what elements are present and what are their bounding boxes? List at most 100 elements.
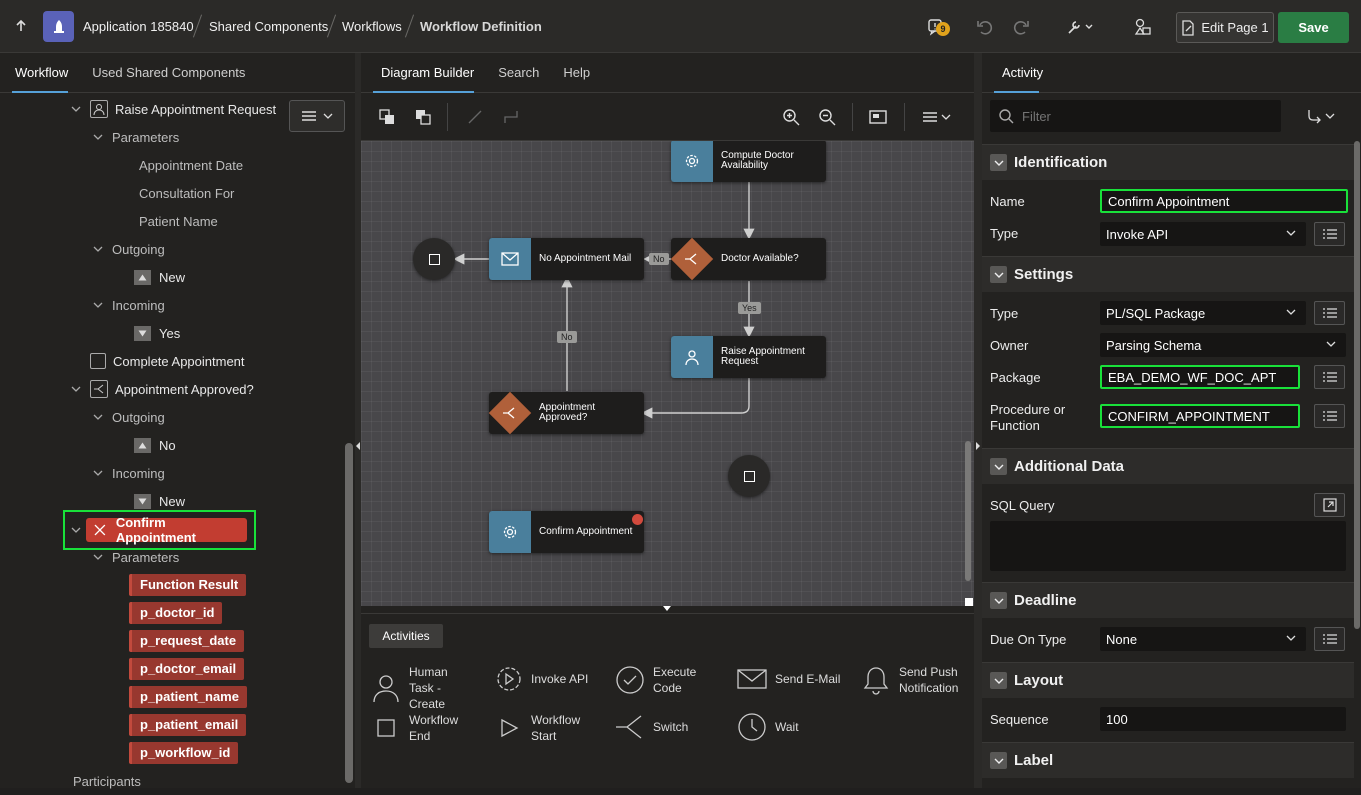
param-p-doctor-email[interactable]: p_doctor_email bbox=[129, 658, 245, 680]
palette-workflow-start[interactable]: Workflow Start bbox=[495, 712, 587, 744]
list-of-values-button[interactable] bbox=[1314, 301, 1345, 325]
param-p-doctor-id[interactable]: p_doctor_id bbox=[129, 602, 223, 624]
chevron-down-icon[interactable] bbox=[92, 299, 104, 311]
palette-send-email[interactable]: Send E-Mail bbox=[737, 664, 840, 694]
filter-field[interactable] bbox=[990, 100, 1281, 132]
palette-splitter-icon[interactable] bbox=[663, 606, 671, 612]
zoom-in-icon[interactable] bbox=[780, 106, 802, 128]
tab-activity[interactable]: Activity bbox=[982, 53, 1051, 93]
tree-node-patient-name[interactable]: Patient Name bbox=[139, 207, 218, 235]
param-p-request-date[interactable]: p_request_date bbox=[129, 630, 245, 652]
owner-select[interactable]: Parsing Schema bbox=[1100, 333, 1346, 357]
param-function-result[interactable]: Function Result bbox=[129, 574, 247, 596]
redo-icon[interactable] bbox=[1011, 17, 1031, 37]
left-scrollbar[interactable] bbox=[345, 443, 353, 783]
list-of-values-button[interactable] bbox=[1314, 222, 1345, 246]
node-compute-doctor-availability[interactable]: Compute Doctor Availability bbox=[671, 141, 826, 182]
tree-menu-button[interactable] bbox=[289, 100, 345, 132]
tree-node-participants[interactable]: Participants bbox=[73, 767, 141, 795]
type-select[interactable]: Invoke API bbox=[1100, 222, 1306, 246]
palette-send-push-notification[interactable]: Send Push Notification bbox=[861, 664, 961, 696]
palette-execute-code[interactable]: Execute Code bbox=[615, 664, 703, 696]
breadcrumb-app[interactable]: Application 185840 bbox=[83, 19, 194, 34]
section-layout[interactable]: Layout bbox=[982, 662, 1354, 698]
palette-switch[interactable]: Switch bbox=[615, 712, 688, 742]
edit-page-button[interactable]: Edit Page 1 bbox=[1176, 12, 1274, 43]
right-scrollbar[interactable] bbox=[1354, 141, 1360, 629]
tree-node-consultation-for[interactable]: Consultation For bbox=[139, 179, 234, 207]
tree-node-appointment-date[interactable]: Appointment Date bbox=[139, 151, 243, 179]
param-p-patient-email[interactable]: p_patient_email bbox=[129, 714, 247, 736]
section-settings[interactable]: Settings bbox=[982, 256, 1354, 292]
node-end-1[interactable] bbox=[413, 238, 455, 280]
diagram-menu-button[interactable] bbox=[919, 106, 955, 128]
name-field[interactable]: Confirm Appointment bbox=[1100, 189, 1348, 213]
tree-node-outgoing-new[interactable]: New bbox=[134, 263, 185, 291]
sequence-field[interactable]: 100 bbox=[1100, 707, 1346, 731]
list-of-values-button[interactable] bbox=[1314, 365, 1345, 389]
tree-node-incoming[interactable]: Incoming bbox=[92, 459, 165, 487]
tree-node-incoming-yes[interactable]: Yes bbox=[134, 319, 180, 347]
filter-input[interactable] bbox=[1022, 108, 1262, 124]
tab-diagram-builder[interactable]: Diagram Builder bbox=[361, 53, 486, 93]
fit-to-screen-icon[interactable] bbox=[867, 106, 889, 128]
save-button[interactable]: Save bbox=[1278, 12, 1349, 43]
node-appointment-approved[interactable]: Appointment Approved? bbox=[488, 391, 644, 435]
send-back-icon[interactable] bbox=[413, 107, 433, 127]
param-p-patient-name[interactable]: p_patient_name bbox=[129, 686, 247, 708]
package-field[interactable]: EBA_DEMO_WF_DOC_APT bbox=[1100, 365, 1300, 389]
chevron-down-icon[interactable] bbox=[92, 467, 104, 479]
breadcrumb-workflows[interactable]: Workflows bbox=[342, 19, 402, 34]
palette-workflow-end[interactable]: Workflow End bbox=[371, 712, 465, 744]
canvas-vertical-scrollbar[interactable] bbox=[965, 441, 971, 581]
section-deadline[interactable]: Deadline bbox=[982, 582, 1354, 618]
tree-node-incoming[interactable]: Incoming bbox=[92, 291, 165, 319]
palette-human-task-create[interactable]: Human Task - Create bbox=[371, 664, 475, 712]
palette-wait[interactable]: Wait bbox=[737, 712, 799, 742]
tree-node-appointment-approved[interactable]: Appointment Approved? bbox=[70, 375, 254, 403]
chevron-down-icon[interactable] bbox=[70, 103, 82, 115]
palette-invoke-api[interactable]: Invoke API bbox=[495, 664, 588, 694]
chevron-down-icon[interactable] bbox=[92, 243, 104, 255]
straight-link-icon[interactable] bbox=[465, 107, 485, 127]
section-identification[interactable]: Identification bbox=[982, 144, 1354, 180]
tree-node-confirm-appointment[interactable]: Confirm Appointment bbox=[86, 515, 247, 545]
tree-node-outgoing-no[interactable]: No bbox=[134, 431, 176, 459]
tree-node-raise-appointment-request[interactable]: Raise Appointment Request bbox=[70, 95, 276, 123]
tree-node-parameters[interactable]: Parameters bbox=[92, 543, 179, 571]
chevron-down-icon[interactable] bbox=[92, 551, 104, 563]
tree-node-parameters[interactable]: Parameters bbox=[92, 123, 179, 151]
orthogonal-link-icon[interactable] bbox=[501, 107, 521, 127]
zoom-out-icon[interactable] bbox=[816, 106, 838, 128]
chevron-down-icon[interactable] bbox=[92, 131, 104, 143]
chevron-down-icon[interactable] bbox=[70, 524, 82, 536]
tab-activities[interactable]: Activities bbox=[369, 624, 443, 648]
go-to-group-button[interactable] bbox=[1304, 105, 1340, 127]
node-raise-appointment-request[interactable]: Raise Appointment Request bbox=[671, 336, 826, 378]
sql-query-textarea[interactable] bbox=[990, 521, 1346, 571]
breadcrumb-shared-components[interactable]: Shared Components bbox=[209, 19, 328, 34]
expand-code-editor-button[interactable] bbox=[1314, 493, 1345, 517]
list-of-values-button[interactable] bbox=[1314, 627, 1345, 651]
node-confirm-appointment[interactable]: Confirm Appointment bbox=[489, 511, 644, 553]
tree-node-complete-appointment[interactable]: Complete Appointment bbox=[90, 347, 245, 375]
tree-node-outgoing[interactable]: Outgoing bbox=[92, 403, 165, 431]
edge-label-yes[interactable]: Yes bbox=[738, 302, 761, 314]
tab-workflow[interactable]: Workflow bbox=[0, 53, 80, 93]
node-end-2[interactable] bbox=[728, 455, 770, 497]
node-no-appointment-mail[interactable]: No Appointment Mail bbox=[489, 238, 644, 280]
tab-used-shared-components[interactable]: Used Shared Components bbox=[80, 53, 257, 93]
section-label[interactable]: Label bbox=[982, 742, 1354, 778]
advisor-button[interactable]: 9 bbox=[918, 15, 952, 39]
param-p-workflow-id[interactable]: p_workflow_id bbox=[129, 742, 239, 764]
up-arrow-icon[interactable] bbox=[12, 17, 30, 35]
undo-icon[interactable] bbox=[975, 17, 995, 37]
section-additional-data[interactable]: Additional Data bbox=[982, 448, 1354, 484]
edge-label-no[interactable]: No bbox=[649, 253, 669, 265]
tab-help[interactable]: Help bbox=[551, 53, 602, 93]
tab-search[interactable]: Search bbox=[486, 53, 551, 93]
shared-components-icon[interactable] bbox=[1132, 16, 1154, 38]
due-on-type-select[interactable]: None bbox=[1100, 627, 1306, 651]
edge-label-no[interactable]: No bbox=[557, 331, 577, 343]
chevron-down-icon[interactable] bbox=[70, 383, 82, 395]
